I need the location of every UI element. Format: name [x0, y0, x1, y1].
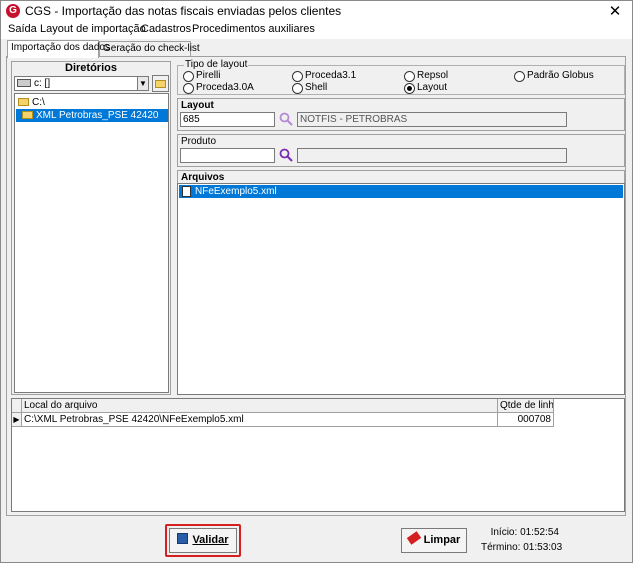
layout-type-group: Tipo de layout Pirelli Proceda3.1 Repsol…	[177, 59, 625, 95]
folder-icon	[18, 98, 29, 106]
folder-open-icon	[155, 80, 166, 88]
radio-shell[interactable]: Shell	[292, 82, 327, 94]
file-item-label: NFeExemplo5.xml	[195, 186, 277, 197]
files-list[interactable]: NFeExemplo5.xml	[177, 183, 625, 395]
table-row-qty[interactable]: 000708	[498, 413, 554, 427]
open-folder-button[interactable]	[152, 75, 169, 92]
layout-title: Layout	[181, 100, 214, 111]
radio-layout[interactable]: Layout	[404, 82, 447, 94]
grid-corner	[12, 399, 22, 413]
drive-select[interactable]: c: [] ▼	[14, 76, 149, 91]
arquivos-title: Arquivos	[181, 172, 225, 183]
menu-layout-importacao[interactable]: Layout de importação	[40, 23, 146, 35]
title-bar: G CGS - Importação das notas fiscais env…	[1, 1, 632, 21]
termino-label: Término:	[481, 542, 521, 553]
layout-type-legend: Tipo de layout	[184, 59, 249, 70]
layout-section: Layout 685 NOTFIS - PETROBRAS	[177, 98, 625, 131]
tree-item-label: C:\	[32, 97, 45, 108]
produto-section: Produto	[177, 134, 625, 167]
layout-code-input[interactable]: 685	[180, 112, 275, 127]
table-row-path[interactable]: C:\XML Petrobras_PSE 42420\NFeExemplo5.x…	[22, 413, 498, 427]
limpar-button[interactable]: Limpar	[401, 528, 467, 553]
column-header-local[interactable]: Local do arquivo	[22, 399, 498, 413]
window-title: CGS - Importação das notas fiscais envia…	[25, 4, 342, 18]
tab-importacao-dados[interactable]: Importação dos dados	[7, 40, 110, 58]
validar-label: Validar	[192, 534, 229, 546]
chevron-down-icon[interactable]: ▼	[137, 77, 148, 90]
close-icon[interactable]: ✕	[606, 2, 624, 20]
tree-item-root[interactable]: C:\	[16, 96, 45, 109]
arquivos-header: Arquivos	[177, 170, 625, 184]
menu-procedimentos-auxiliares[interactable]: Procedimentos auxiliares	[192, 23, 315, 35]
produto-description-field	[297, 148, 567, 163]
radio-padrao-globus[interactable]: Padrão Globus	[514, 70, 594, 82]
validar-button[interactable]: Validar	[169, 528, 237, 553]
termino-line: Término: 01:53:03	[481, 542, 563, 553]
file-item[interactable]: NFeExemplo5.xml	[179, 185, 623, 198]
radio-proceda31[interactable]: Proceda3.1	[292, 70, 356, 82]
app-logo-icon: G	[6, 4, 20, 18]
drive-value: c: []	[34, 78, 51, 89]
directory-tree[interactable]: C:\ XML Petrobras_PSE 42420	[14, 93, 169, 393]
column-header-qtde[interactable]: Qtde de linh...	[498, 399, 554, 413]
eraser-icon	[406, 531, 421, 545]
limpar-label: Limpar	[423, 534, 461, 546]
menu-saida[interactable]: Saída	[8, 23, 37, 35]
search-icon[interactable]	[279, 112, 293, 126]
menu-bar: Saída Layout de importação Cadastros Pro…	[1, 21, 632, 39]
main-window: G CGS - Importação das notas fiscais env…	[0, 0, 633, 563]
file-icon	[182, 186, 191, 197]
inicio-line: Início: 01:52:54	[487, 527, 559, 538]
layout-description-field: NOTFIS - PETROBRAS	[297, 112, 567, 127]
tree-item-label: XML Petrobras_PSE 42420	[36, 110, 159, 121]
directories-panel: Diretórios c: [] ▼ C:\ XML Petrobras_PSE…	[11, 61, 171, 395]
row-indicator-icon: ▶	[12, 413, 22, 427]
radio-proceda30a[interactable]: Proceda3.0A	[183, 82, 254, 94]
inicio-label: Início:	[490, 527, 518, 538]
folder-open-icon	[22, 111, 33, 119]
save-icon	[177, 533, 189, 544]
search-icon[interactable]	[279, 148, 293, 162]
menu-cadastros[interactable]: Cadastros	[141, 23, 191, 35]
produto-title: Produto	[181, 136, 217, 147]
files-grid: Local do arquivo Qtde de linh... ▶ C:\XM…	[11, 398, 625, 512]
inicio-value: 01:52:54	[520, 527, 559, 538]
radio-repsol[interactable]: Repsol	[404, 70, 448, 82]
directories-header: Diretórios	[65, 62, 117, 74]
drive-icon	[17, 79, 31, 88]
termino-value: 01:53:03	[523, 542, 563, 553]
tab-geracao-checklist[interactable]: Geração do check-list	[99, 41, 200, 57]
produto-code-input[interactable]	[180, 148, 275, 163]
tree-item-selected[interactable]: XML Petrobras_PSE 42420	[16, 109, 168, 122]
radio-pirelli[interactable]: Pirelli	[183, 70, 220, 82]
